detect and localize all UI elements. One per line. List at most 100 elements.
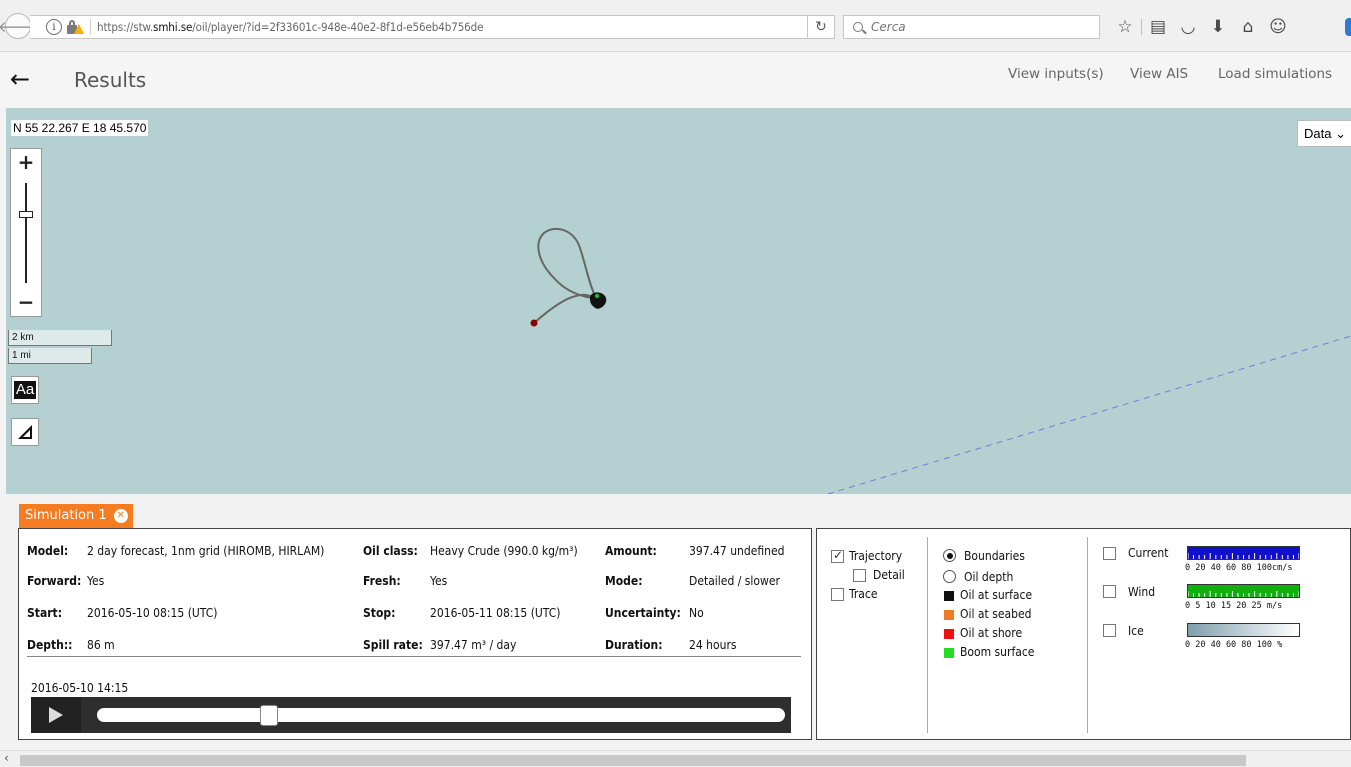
uncertainty-value: No — [689, 606, 704, 620]
view-inputs-link[interactable]: View inputs(s) — [1008, 66, 1104, 82]
amount-label: Amount: — [605, 544, 657, 558]
back-arrow-icon[interactable]: ← — [10, 67, 30, 91]
oil-shore-swatch — [944, 629, 954, 639]
map[interactable]: N 55 22.267 E 18 45.570 Data ⌄ + − 2 km … — [6, 108, 1351, 494]
stop-label: Stop: — [363, 606, 396, 620]
duration-label: Duration: — [605, 638, 663, 652]
address-bar[interactable]: i https://stw.smhi.se/oil/player/?id=2f3… — [30, 15, 834, 39]
legend-panel: Trajectory Detail Trace Boundaries Oil d… — [816, 528, 1351, 740]
amount-value: 397.47 undefined — [689, 544, 785, 558]
url-separator — [90, 19, 91, 35]
ice-label: Ice — [1128, 624, 1144, 638]
depth-value: 86 m — [87, 638, 115, 652]
trajectory-label: Trajectory — [849, 549, 903, 563]
reload-button[interactable]: ↻ — [807, 15, 835, 39]
horizontal-scrollbar[interactable]: ‹ — [0, 750, 1351, 767]
hello-icon[interactable]: ☺ — [1263, 14, 1293, 40]
fresh-value: Yes — [430, 574, 448, 588]
uncertainty-label: Uncertainty: — [605, 606, 681, 620]
legend-divider — [1087, 537, 1088, 733]
spill-start-marker[interactable] — [530, 319, 538, 327]
depth-label: Depth:: — [27, 638, 73, 652]
duration-value: 24 hours — [689, 638, 737, 652]
oil-class-label: Oil class: — [363, 544, 418, 558]
zoom-in-button[interactable]: + — [11, 151, 41, 173]
layer-select[interactable]: Data ⌄ — [1297, 120, 1351, 147]
tab-label: Simulation 1 — [25, 508, 107, 523]
toolbar-icons: ☆ ▤ ◡ ⬇ ⌂ ☺ — [1110, 14, 1293, 40]
oil-seabed-swatch — [944, 610, 954, 620]
browser-back-button[interactable]: 🡐 — [0, 13, 38, 39]
wind-label: Wind — [1128, 585, 1156, 599]
ruler-icon — [18, 425, 32, 439]
url-text[interactable]: https://stw.smhi.se/oil/player/?id=2f336… — [97, 20, 484, 34]
playback-control — [31, 697, 791, 733]
wind-checkbox[interactable] — [1103, 585, 1116, 598]
play-icon — [49, 707, 63, 723]
oil-class-value: Heavy Crude (990.0 kg/m³) — [430, 544, 578, 558]
model-label: Model: — [27, 544, 69, 558]
pocket-icon[interactable]: ◡ — [1173, 14, 1203, 40]
start-value: 2016-05-10 08:15 (UTC) — [87, 606, 218, 620]
insecure-lock-icon[interactable] — [66, 19, 84, 35]
scale-bar-km: 2 km — [8, 330, 112, 346]
layer-select-value: Data — [1304, 126, 1332, 141]
spill-rate-value: 397.47 m³ / day — [430, 638, 517, 652]
start-label: Start: — [27, 606, 63, 620]
oil-surface-label: Oil at surface — [960, 588, 1033, 602]
zoom-track[interactable] — [25, 183, 27, 283]
chevron-down-icon: ⌄ — [1335, 126, 1346, 141]
oil-depth-radio[interactable] — [943, 570, 956, 583]
detail-checkbox[interactable] — [853, 569, 866, 582]
browser-toolbar: 🡐 i https://stw.smhi.se/oil/player/?id=2… — [0, 0, 1351, 52]
boundaries-radio[interactable] — [943, 549, 956, 562]
view-ais-link[interactable]: View AIS — [1130, 66, 1188, 82]
ice-scale-ticks: 0 20 40 60 80 100 % — [1185, 640, 1283, 650]
ice-scale-bar — [1187, 623, 1300, 637]
download-icon[interactable]: ⬇ — [1203, 14, 1233, 40]
trajectory-path — [533, 228, 597, 324]
search-icon — [853, 22, 863, 32]
boundaries-label: Boundaries — [964, 549, 1025, 563]
simulation-panel: Simulation 1 ✕ Model: 2 day forecast, 1n… — [6, 494, 1351, 750]
search-input[interactable] — [871, 20, 1071, 34]
zoom-slider-handle[interactable] — [19, 211, 33, 218]
current-checkbox[interactable] — [1103, 547, 1116, 560]
search-bar[interactable] — [843, 15, 1100, 39]
mode-value: Detailed / slower — [689, 574, 780, 588]
timeline-slider[interactable] — [97, 708, 785, 722]
reader-icon[interactable]: ▤ — [1143, 14, 1173, 40]
current-label: Current — [1128, 546, 1169, 560]
trajectory-checkbox[interactable] — [831, 548, 844, 563]
boom-surface-label: Boom surface — [960, 645, 1035, 659]
font-icon: Aa — [13, 381, 37, 399]
star-icon[interactable]: ☆ — [1110, 14, 1140, 40]
ice-checkbox[interactable] — [1103, 624, 1116, 637]
info-icon[interactable]: i — [46, 19, 62, 35]
load-simulations-link[interactable]: Load simulations — [1218, 66, 1332, 82]
info-divider — [27, 656, 801, 657]
oil-depth-label: Oil depth — [964, 570, 1014, 584]
trace-checkbox[interactable] — [831, 588, 844, 601]
current-scale-bar — [1187, 546, 1300, 560]
oil-shore-label: Oil at shore — [960, 626, 1023, 640]
reload-icon: ↻ — [815, 19, 827, 35]
extension-icon[interactable] — [1345, 18, 1351, 36]
scroll-left-icon[interactable]: ‹ — [4, 751, 9, 765]
play-button[interactable] — [31, 697, 81, 733]
stop-value: 2016-05-11 08:15 (UTC) — [430, 606, 561, 620]
tab-simulation-1[interactable]: Simulation 1 ✕ — [19, 504, 133, 528]
spill-rate-label: Spill rate: — [363, 638, 423, 652]
measure-button[interactable] — [11, 418, 39, 446]
home-icon[interactable]: ⌂ — [1233, 14, 1263, 40]
oil-surface-swatch — [944, 591, 954, 601]
oil-seabed-label: Oil at seabed — [960, 607, 1032, 621]
label-toggle-button[interactable]: Aa — [11, 376, 39, 404]
scrollbar-thumb[interactable] — [20, 755, 1246, 766]
legend-divider — [927, 537, 928, 733]
detail-label: Detail — [873, 568, 905, 582]
timeline-handle[interactable] — [260, 705, 278, 726]
wind-scale-ticks: 0 5 10 15 20 25 m/s — [1185, 601, 1283, 611]
close-icon[interactable]: ✕ — [113, 509, 128, 523]
zoom-out-button[interactable]: − — [11, 291, 41, 313]
